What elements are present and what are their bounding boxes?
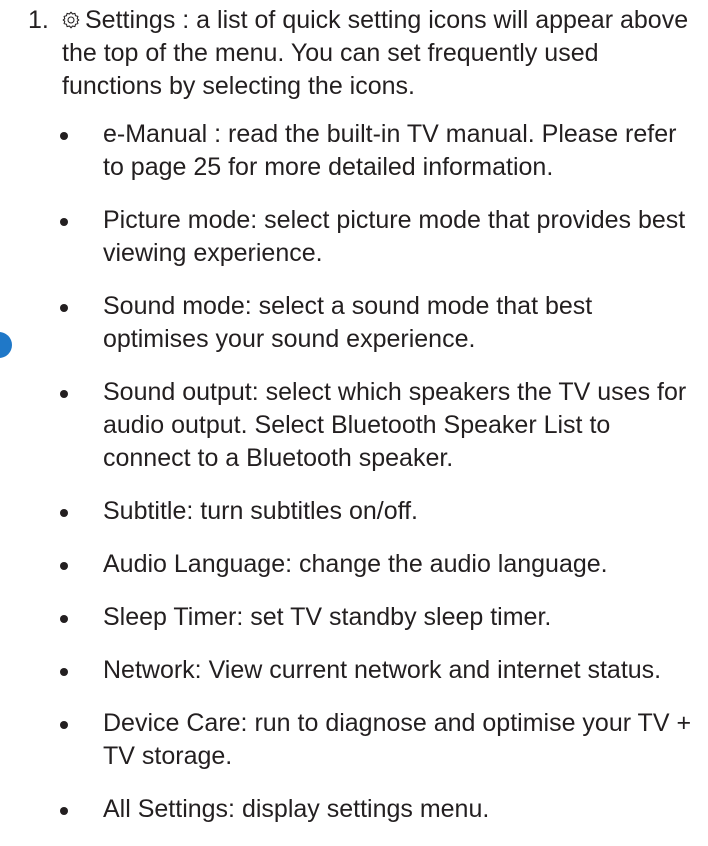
bullet-icon bbox=[60, 132, 68, 140]
bullet-icon bbox=[60, 218, 68, 226]
list-item-sleep-timer: Sleep Timer: set TV standby sleep timer. bbox=[60, 601, 700, 634]
bullet-icon bbox=[60, 615, 68, 623]
step-description: Settings : a list of quick setting icons… bbox=[62, 4, 698, 103]
gear-icon bbox=[62, 11, 80, 29]
list-item-text: All Settings: display settings menu. bbox=[103, 795, 490, 823]
bullet-icon bbox=[60, 390, 68, 398]
settings-list: e-Manual : read the built-in TV manual. … bbox=[60, 118, 700, 846]
bullet-icon bbox=[60, 562, 68, 570]
list-item-text: Sound output: select which speakers the … bbox=[103, 378, 687, 472]
list-item-text: Device Care: run to diagnose and optimis… bbox=[103, 709, 692, 770]
list-item-text: Sleep Timer: set TV standby sleep timer. bbox=[103, 603, 552, 631]
bullet-icon bbox=[60, 668, 68, 676]
list-item-subtitle: Subtitle: turn subtitles on/off. bbox=[60, 495, 700, 528]
list-item-audio-language: Audio Language: change the audio languag… bbox=[60, 548, 700, 581]
list-item-sound-mode: Sound mode: select a sound mode that bes… bbox=[60, 290, 700, 356]
numbered-step: 1. Settings : a list of quick setting ic… bbox=[28, 4, 698, 103]
list-item-text: e-Manual : read the built-in TV manual. … bbox=[103, 120, 677, 181]
list-item-device-care: Device Care: run to diagnose and optimis… bbox=[60, 707, 700, 773]
step-text: Settings : a list of quick setting icons… bbox=[62, 6, 689, 100]
step-number: 1. bbox=[28, 6, 49, 34]
list-item-text: Subtitle: turn subtitles on/off. bbox=[103, 497, 419, 525]
list-item-text: Sound mode: select a sound mode that bes… bbox=[103, 292, 593, 353]
list-item-text: Picture mode: select picture mode that p… bbox=[103, 206, 686, 267]
bullet-icon bbox=[60, 509, 68, 517]
list-item-text: Network: View current network and intern… bbox=[103, 656, 662, 684]
list-item-e-manual: e-Manual : read the built-in TV manual. … bbox=[60, 118, 700, 184]
list-item-text: Audio Language: change the audio languag… bbox=[103, 550, 608, 578]
manual-page: 1. Settings : a list of quick setting ic… bbox=[0, 0, 708, 823]
bullet-icon bbox=[60, 721, 68, 729]
list-item-all-settings: All Settings: display settings menu. bbox=[60, 793, 700, 826]
list-item-network: Network: View current network and intern… bbox=[60, 654, 700, 687]
list-item-picture-mode: Picture mode: select picture mode that p… bbox=[60, 204, 700, 270]
page-edge-marker bbox=[0, 332, 12, 358]
list-item-sound-output: Sound output: select which speakers the … bbox=[60, 376, 700, 475]
bullet-icon bbox=[60, 304, 68, 312]
bullet-icon bbox=[60, 807, 68, 815]
